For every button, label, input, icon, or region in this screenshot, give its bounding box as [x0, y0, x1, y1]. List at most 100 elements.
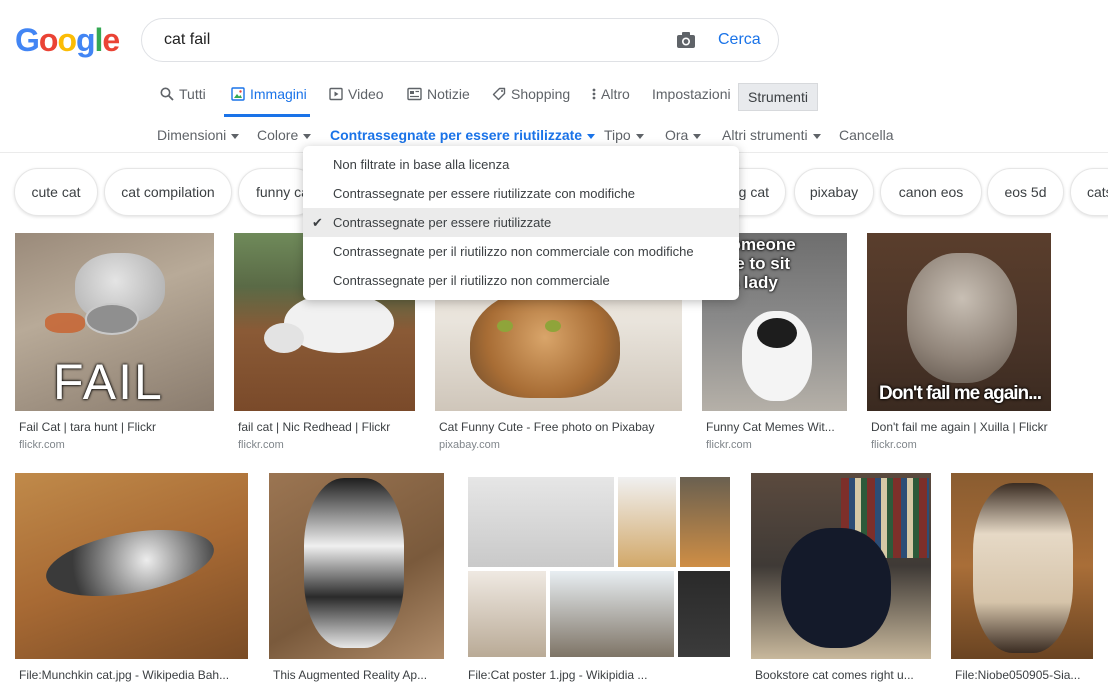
result-image[interactable] [751, 473, 931, 659]
collage-tile [468, 477, 614, 567]
result-caption[interactable]: fail cat | Nic Redhead | Flickr [238, 420, 415, 434]
meme-text: Don't fail me again... [879, 383, 1042, 404]
result-image[interactable] [464, 473, 732, 659]
tab-label: Video [348, 86, 384, 102]
tab-images[interactable]: Immagini [231, 86, 307, 102]
logo-letter: e [102, 22, 120, 58]
tab-label: Shopping [511, 86, 571, 102]
result-caption[interactable]: File:Cat poster 1.jpg - Wikipidia ... [468, 668, 728, 682]
image-icon [231, 87, 245, 101]
related-chip[interactable]: pixabay [794, 168, 874, 216]
filter-type[interactable]: Tipo [604, 127, 644, 143]
result-caption[interactable]: File:Munchkin cat.jpg - Wikipedia Bah... [19, 668, 244, 682]
collage-tile [618, 477, 676, 567]
tools-filter-bar: Dimensioni Colore Contrassegnate per ess… [0, 127, 1108, 145]
license-option[interactable]: Non filtrate in base alla licenza [303, 150, 739, 179]
related-chip[interactable]: canon eos [880, 168, 982, 216]
logo-letter: o [57, 22, 77, 58]
tab-video[interactable]: Video [329, 86, 384, 102]
collage-tile [468, 571, 546, 657]
filter-label: Dimensioni [157, 127, 227, 143]
collage-tile [678, 571, 730, 657]
cat-eye [545, 320, 561, 332]
filter-time[interactable]: Ora [665, 127, 702, 143]
filter-size[interactable]: Dimensioni [157, 127, 240, 143]
cat-head [264, 323, 304, 353]
license-option-label: Contrassegnate per essere riutilizzate [333, 215, 552, 230]
filter-more-tools[interactable]: Altri strumenti [722, 127, 821, 143]
related-chip[interactable]: cat compilation [104, 168, 232, 216]
tools-button[interactable]: Strumenti [738, 83, 818, 111]
collage-tile [550, 571, 674, 657]
tab-news[interactable]: Notizie [407, 86, 470, 102]
license-dropdown-menu: Non filtrate in base alla licenza Contra… [303, 146, 739, 300]
result-source: flickr.com [871, 439, 917, 451]
caret-down-icon [231, 133, 240, 139]
filter-license[interactable]: Contrassegnate per essere riutilizzate [330, 127, 596, 143]
license-option[interactable]: Contrassegnate per essere riutilizzate c… [303, 179, 739, 208]
result-caption[interactable]: Bookstore cat comes right u... [755, 668, 927, 682]
logo-letter: o [38, 22, 59, 58]
collage-tile [680, 477, 730, 567]
search-input[interactable] [162, 30, 646, 50]
result-image[interactable] [269, 473, 444, 659]
result-image[interactable]: Don't fail me again... [867, 233, 1051, 411]
logo-letter: l [94, 22, 104, 58]
caret-down-icon [812, 133, 821, 139]
tab-label: Impostazioni [652, 86, 731, 102]
result-source: flickr.com [238, 439, 284, 451]
related-chip[interactable]: eos 5d [987, 168, 1064, 216]
filter-clear[interactable]: Cancella [839, 127, 893, 143]
result-image[interactable] [951, 473, 1093, 659]
caret-down-icon [587, 133, 596, 139]
search-icon [160, 87, 174, 101]
cat-shape [973, 483, 1073, 653]
search-button[interactable]: Cerca [718, 31, 761, 49]
filter-label: Ora [665, 127, 689, 143]
result-caption[interactable]: Fail Cat | tara hunt | Flickr [19, 420, 214, 434]
related-chip[interactable]: cats [1070, 168, 1108, 216]
logo-letter: g [75, 22, 96, 58]
food-bowl [85, 303, 139, 335]
result-source: pixabay.com [439, 439, 500, 451]
result-caption[interactable]: File:Niobe050905-Sia... [955, 668, 1095, 682]
related-chip[interactable]: cute cat [14, 168, 98, 216]
cat-shape [907, 253, 1017, 383]
search-box: Cerca [141, 18, 779, 62]
license-option[interactable]: Contrassegnate per il riutilizzo non com… [303, 266, 739, 295]
result-image[interactable] [15, 473, 248, 659]
result-caption[interactable]: This Augmented Reality Ap... [273, 668, 441, 682]
play-icon [329, 87, 343, 101]
caret-down-icon [303, 133, 312, 139]
tab-more[interactable]: Altro [592, 86, 630, 102]
spilled-food [45, 313, 85, 333]
result-caption[interactable]: Funny Cat Memes Wit... [706, 420, 846, 434]
cat-shape [781, 528, 891, 648]
result-source: flickr.com [19, 439, 65, 451]
camera-icon[interactable] [676, 31, 696, 49]
filter-label: Altri strumenti [722, 127, 808, 143]
filter-label: Colore [257, 127, 299, 143]
cat-head [757, 318, 797, 348]
license-option[interactable]: Contrassegnate per il riutilizzo non com… [303, 237, 739, 266]
filter-label: Tipo [604, 127, 631, 143]
tab-label: Immagini [250, 86, 307, 102]
newspaper-icon [407, 87, 422, 101]
tag-icon [492, 87, 506, 101]
result-caption[interactable]: Cat Funny Cute - Free photo on Pixabay [439, 420, 679, 434]
result-caption[interactable]: Don't fail me again | Xuilla | Flickr [871, 420, 1056, 434]
tab-all[interactable]: Tutti [160, 86, 206, 102]
tab-shopping[interactable]: Shopping [492, 86, 570, 102]
caret-down-icon [693, 133, 702, 139]
cat-eye [497, 320, 513, 332]
google-logo[interactable]: Google [15, 22, 120, 59]
tab-settings[interactable]: Impostazioni [652, 86, 731, 102]
filter-color[interactable]: Colore [257, 127, 312, 143]
result-image[interactable]: FAIL [15, 233, 214, 411]
result-source: flickr.com [706, 439, 752, 451]
tab-label: Tutti [179, 86, 206, 102]
license-option-selected[interactable]: ✔ Contrassegnate per essere riutilizzate [303, 208, 739, 237]
logo-letter: G [15, 22, 40, 58]
caret-down-icon [635, 133, 644, 139]
tab-label: Notizie [427, 86, 470, 102]
